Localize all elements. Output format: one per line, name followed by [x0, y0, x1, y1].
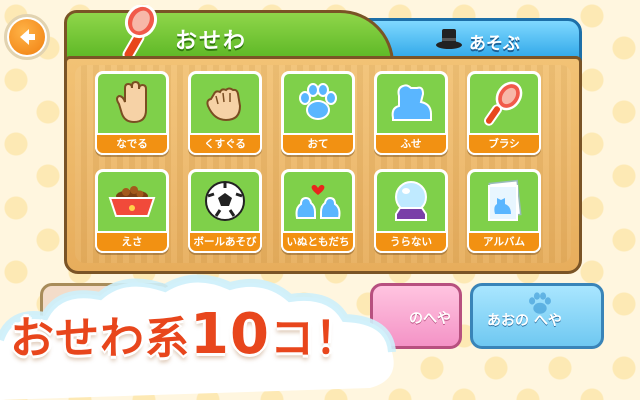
promo-suffix: コ！ [268, 312, 360, 366]
back-button[interactable] [4, 14, 50, 60]
food-bowl-icon [108, 186, 156, 217]
care-menu-board: なでる くすぐる おて ふせ ブラシ えさ ボールあそび いぬともだち うらない… [64, 56, 582, 274]
tile-label: なでる [95, 133, 169, 155]
promo-banner: おせわ系10コ！ [9, 301, 361, 369]
tile-label: ボールあそび [188, 231, 262, 253]
lying-dog-icon [391, 84, 432, 121]
tile-label: うらない [374, 231, 448, 253]
tab-osewa-label: おせわ [175, 29, 248, 54]
tile-album[interactable]: アルバム [467, 169, 541, 253]
tab-asobu-label: あそぶ [469, 34, 520, 54]
tile-label: おて [281, 133, 355, 155]
tile-label: いぬともだち [281, 231, 355, 253]
tile-label: くすぐる [188, 133, 262, 155]
room-button-blue[interactable]: あおの へや [470, 283, 604, 349]
tile-label: えさ [95, 231, 169, 253]
tile-label: ブラシ [467, 133, 541, 155]
tile-ote[interactable]: おて [281, 71, 355, 155]
tile-uranai[interactable]: うらない [374, 169, 448, 253]
tile-ball[interactable]: ボールあそび [188, 169, 262, 253]
tile-fuse[interactable]: ふせ [374, 71, 448, 155]
room-blue-label: あおの へや [487, 313, 562, 329]
promo-prefix: おせわ系 [9, 312, 191, 366]
dog-friends-heart-icon [295, 184, 341, 219]
paw-icon [299, 83, 337, 120]
crystal-ball-icon [395, 181, 427, 221]
open-hand-icon [116, 80, 147, 124]
tile-label: アルバム [467, 231, 541, 253]
tile-esa[interactable]: えさ [95, 169, 169, 253]
brush-icon [483, 81, 523, 126]
photo-album-icon [488, 179, 522, 221]
arrow-left-icon [9, 19, 45, 55]
tile-kusuguru[interactable]: くすぐる [188, 71, 262, 155]
tickle-hand-icon [206, 87, 242, 122]
promo-number: 10 [189, 301, 271, 369]
top-hat-icon [435, 27, 463, 55]
tile-brush[interactable]: ブラシ [467, 71, 541, 155]
tile-naderu[interactable]: なでる [95, 71, 169, 155]
soccer-ball-icon [205, 181, 245, 221]
tile-label: ふせ [374, 133, 448, 155]
tile-friends[interactable]: いぬともだち [281, 169, 355, 253]
